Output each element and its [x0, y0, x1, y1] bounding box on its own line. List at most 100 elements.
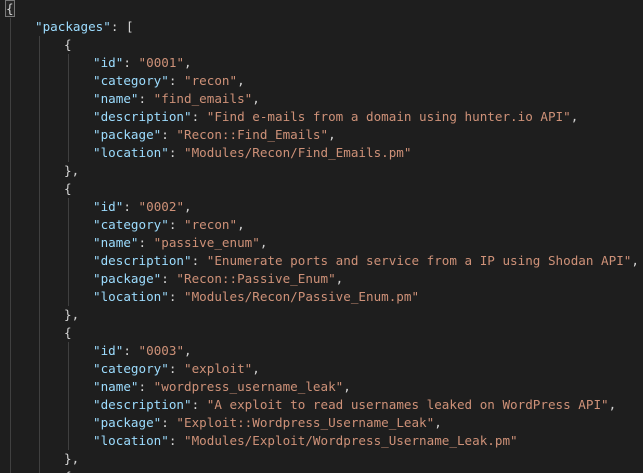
- json-colon: :: [123, 55, 139, 70]
- json-key-quote: ": [103, 19, 111, 34]
- json-value-package: Exploit::Wordpress_Username_Leak: [184, 415, 427, 430]
- json-object-close: },: [64, 307, 80, 322]
- json-string-quote: ": [252, 235, 260, 250]
- code-line-description[interactable]: "description": "A exploit to read userna…: [93, 396, 616, 414]
- code-line-open-brace[interactable]: {: [5, 0, 15, 18]
- json-key: "name": [93, 91, 139, 106]
- json-comma: ,: [237, 73, 245, 88]
- json-value-description: Enumerate ports and service from a IP us…: [214, 253, 624, 268]
- code-line-object-open[interactable]: {: [64, 468, 72, 473]
- json-colon: :: [123, 199, 139, 214]
- json-comma: ,: [631, 253, 639, 268]
- json-string-quote: ": [563, 109, 571, 124]
- json-key: "category": [93, 73, 169, 88]
- code-line-id[interactable]: "id": "0002",: [93, 198, 192, 216]
- json-string-quote: ": [176, 415, 185, 430]
- json-string-quote: ": [601, 397, 609, 412]
- json-key: "location": [93, 433, 169, 448]
- code-line-category[interactable]: "category": "exploit",: [93, 360, 260, 378]
- indent-guide: [10, 18, 11, 473]
- code-line-package[interactable]: "package": "Exploit::Wordpress_Username_…: [93, 414, 442, 432]
- code-line-location[interactable]: "location": "Modules/Exploit/Wordpress_U…: [93, 432, 518, 450]
- json-colon: :: [138, 379, 154, 394]
- json-key: "id": [93, 55, 124, 70]
- json-string-quote: ": [328, 271, 336, 286]
- json-string-quote: ": [176, 127, 185, 142]
- json-key: "description": [93, 253, 192, 268]
- code-line-location[interactable]: "location": "Modules/Recon/Find_Emails.p…: [93, 144, 412, 162]
- json-colon: :: [168, 73, 184, 88]
- json-key-packages: packages: [42, 19, 104, 34]
- json-key-quote: ": [35, 19, 43, 34]
- code-line-description[interactable]: "description": "Enumerate ports and serv…: [93, 252, 639, 270]
- json-key: "location": [93, 289, 169, 304]
- code-line-description[interactable]: "description": "Find e-mails from a doma…: [93, 108, 578, 126]
- code-line-package[interactable]: "package": "Recon::Find_Emails",: [93, 126, 336, 144]
- indent-guide: [68, 342, 69, 450]
- json-object-close: },: [64, 163, 80, 178]
- json-colon: : [: [110, 19, 134, 34]
- json-string-quote: ": [138, 55, 147, 70]
- code-line-id[interactable]: "id": "0001",: [93, 54, 192, 72]
- json-colon: :: [168, 433, 184, 448]
- json-string-quote: ": [184, 433, 192, 448]
- json-string-quote: ": [176, 55, 185, 70]
- code-line-package[interactable]: "package": "Recon::Passive_Enum",: [93, 270, 343, 288]
- json-object-open: {: [64, 181, 72, 196]
- code-line-name[interactable]: "name": "passive_enum",: [93, 234, 267, 252]
- code-line-category[interactable]: "category": "recon",: [93, 216, 245, 234]
- json-value-description: Find e-mails from a domain using hunter.…: [214, 109, 564, 124]
- json-colon: :: [161, 415, 177, 430]
- open-brace: {: [5, 0, 15, 17]
- json-comma: ,: [328, 127, 336, 142]
- json-key: "id": [93, 343, 124, 358]
- json-string-quote: ": [510, 433, 518, 448]
- code-line-name[interactable]: "name": "find_emails",: [93, 90, 260, 108]
- code-line-object-open[interactable]: {: [64, 324, 72, 342]
- json-comma: ,: [237, 217, 245, 232]
- json-string-quote: ": [184, 361, 192, 376]
- json-string-quote: ": [138, 199, 147, 214]
- code-line-object-open[interactable]: {: [64, 36, 72, 54]
- json-string-quote: ": [184, 217, 192, 232]
- json-value-package: Recon::Find_Emails: [184, 127, 321, 142]
- json-comma: ,: [252, 361, 260, 376]
- code-line-object-close[interactable]: },: [64, 450, 79, 468]
- code-line-object-close[interactable]: },: [64, 162, 79, 180]
- json-string-quote: ": [229, 217, 238, 232]
- code-line-object-open[interactable]: {: [64, 180, 72, 198]
- json-value-id: 0001: [146, 55, 177, 70]
- json-key: "package": [93, 271, 162, 286]
- json-value-location: Modules/Recon/Passive_Enum.pm: [191, 289, 412, 304]
- json-comma: ,: [259, 235, 268, 250]
- json-value-name: passive_enum: [161, 235, 253, 250]
- json-colon: :: [168, 217, 184, 232]
- json-key: "description": [93, 397, 192, 412]
- json-colon: :: [123, 343, 139, 358]
- json-value-category: recon: [191, 73, 230, 88]
- code-line-id[interactable]: "id": "0003",: [93, 342, 192, 360]
- json-value-location: Modules/Recon/Find_Emails.pm: [191, 145, 404, 160]
- code-editor[interactable]: {"packages": [{"id": "0001", "category": …: [0, 0, 643, 473]
- code-line-name[interactable]: "name": "wordpress_username_leak",: [93, 378, 351, 396]
- json-key: "package": [93, 415, 162, 430]
- code-line-location[interactable]: "location": "Modules/Recon/Passive_Enum.…: [93, 288, 419, 306]
- json-value-category: recon: [191, 217, 230, 232]
- code-line-category[interactable]: "category": "recon",: [93, 72, 245, 90]
- json-colon: :: [161, 271, 177, 286]
- json-string-quote: ": [184, 289, 192, 304]
- json-comma: ,: [184, 199, 192, 214]
- json-value-name: find_emails: [161, 91, 245, 106]
- json-value-category: exploit: [191, 361, 245, 376]
- code-line-object-close[interactable]: },: [64, 306, 79, 324]
- json-colon: :: [138, 91, 154, 106]
- json-key: "name": [93, 379, 139, 394]
- indent-guide: [68, 198, 69, 306]
- json-colon: :: [191, 109, 207, 124]
- json-object-open: {: [64, 37, 72, 52]
- json-colon: :: [168, 361, 184, 376]
- json-comma: ,: [184, 343, 192, 358]
- code-line-packages[interactable]: "packages": [: [35, 18, 134, 36]
- json-object-open: {: [64, 325, 72, 340]
- json-colon: :: [168, 289, 184, 304]
